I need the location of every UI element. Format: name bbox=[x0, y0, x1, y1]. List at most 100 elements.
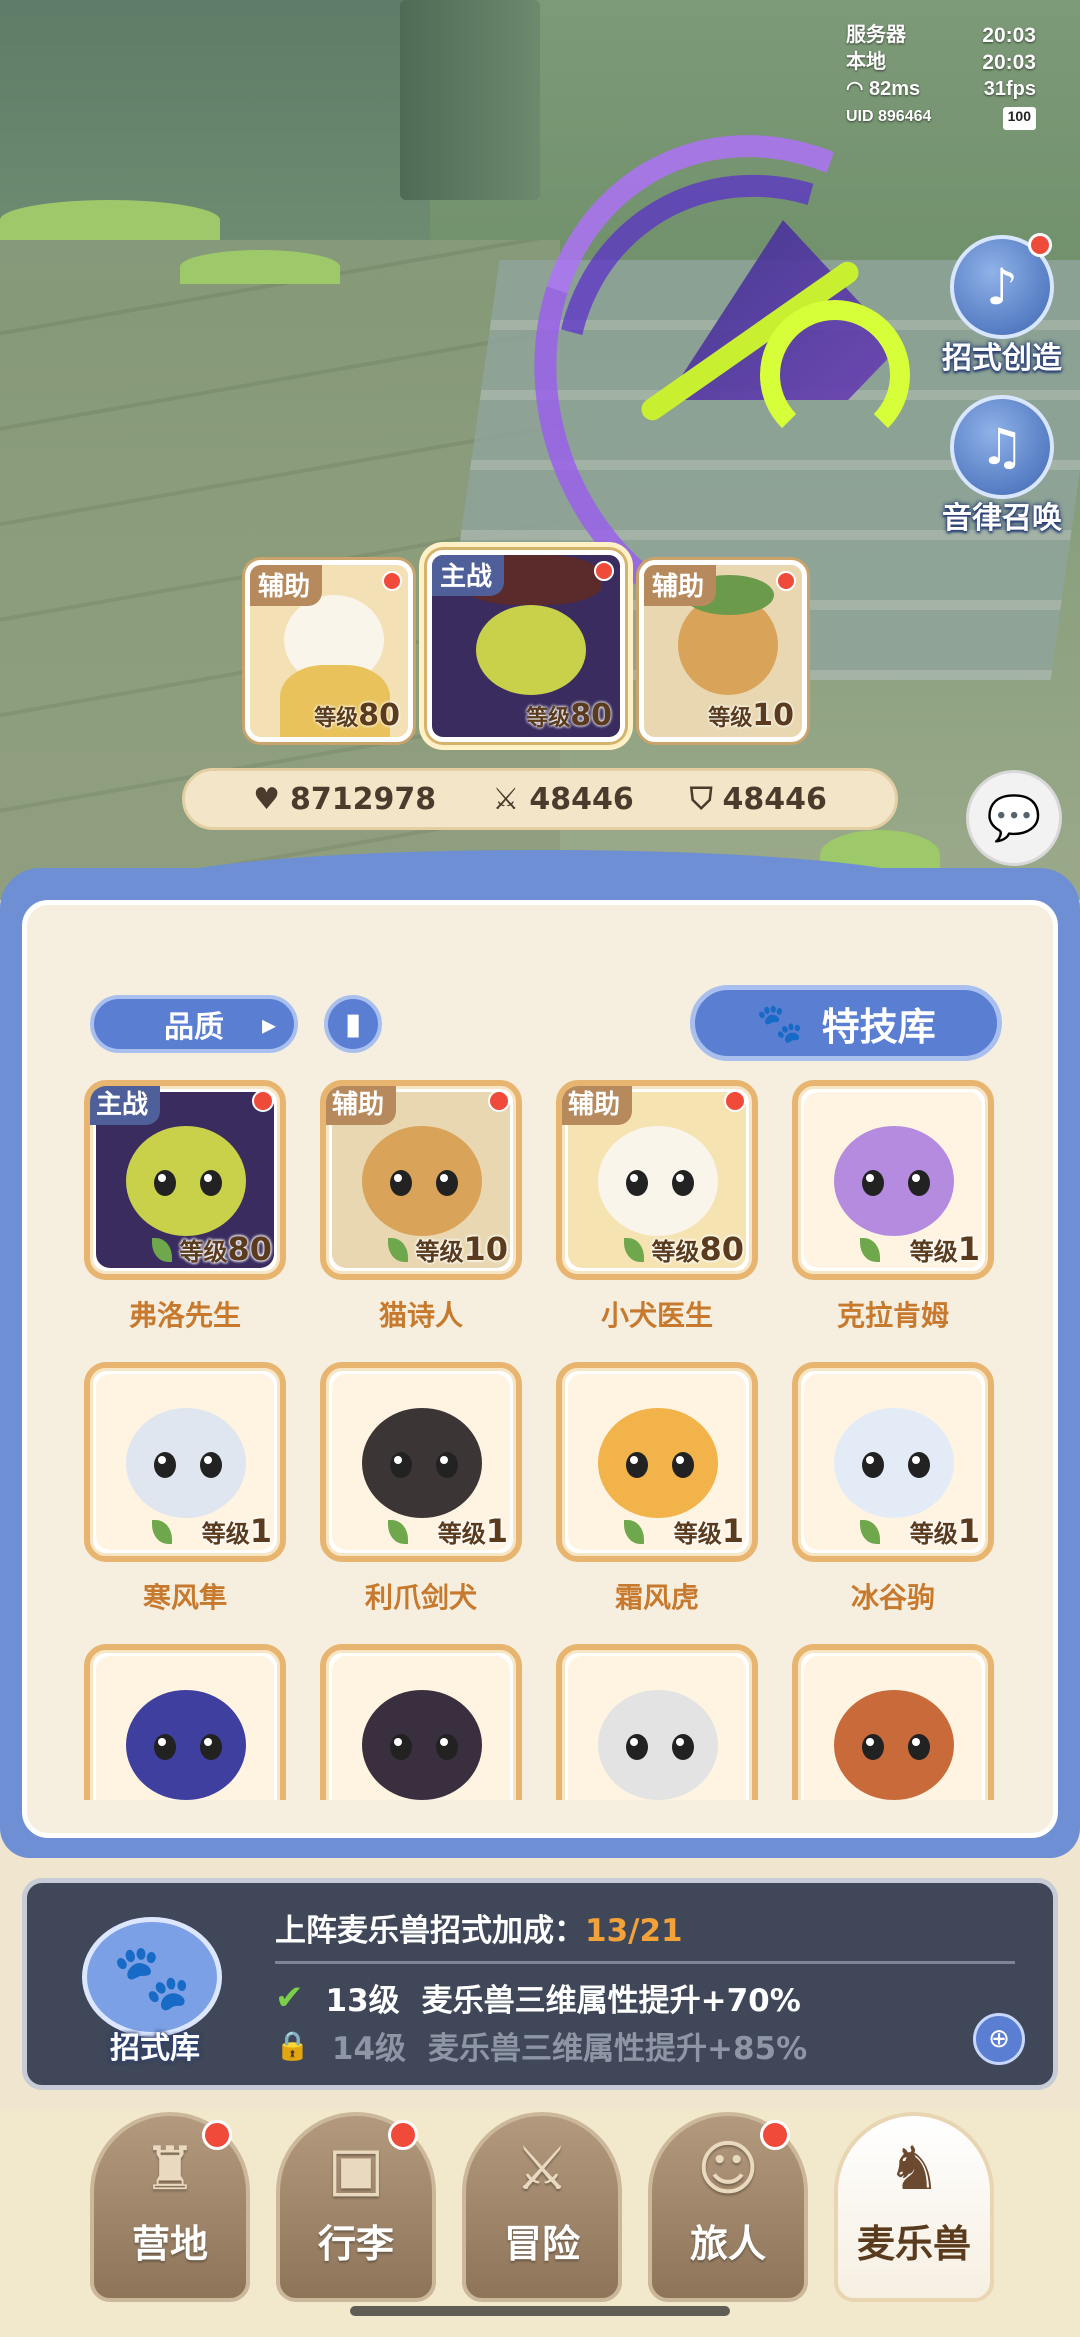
active-team: 辅助 等级80 主战 等级80 辅助 等级10 bbox=[245, 550, 807, 742]
music-summon-label: 音律召唤 bbox=[942, 501, 1062, 536]
attack-value: 48446 bbox=[529, 781, 634, 817]
team-slot-3[interactable]: 辅助 等级10 bbox=[639, 560, 807, 742]
divider bbox=[275, 1961, 1015, 1964]
pet-card[interactable] bbox=[792, 1644, 994, 1800]
pet-frame: 辅助 等级10 bbox=[320, 1080, 522, 1280]
role-tag: 辅助 bbox=[250, 565, 323, 606]
skill-library-shortcut-label: 招式库 bbox=[110, 2031, 200, 2066]
nav-cat[interactable]: ♞ 麦乐兽 bbox=[834, 2112, 994, 2302]
role-tag: 辅助 bbox=[326, 1086, 397, 1125]
skill-library-button[interactable]: 🐾 特技库 bbox=[690, 985, 1002, 1061]
zoom-details-button[interactable]: ⊕ bbox=[973, 2013, 1025, 2065]
home-indicator bbox=[350, 2306, 730, 2316]
defense-value: 48446 bbox=[722, 781, 827, 817]
nav-label: 营地 bbox=[131, 2222, 208, 2266]
tier-level: 14级 bbox=[331, 2031, 407, 2067]
pet-name: 冰谷驹 bbox=[850, 1581, 935, 1614]
quality-sort-button[interactable]: 品质 ▸ bbox=[90, 995, 298, 1053]
nav-crossed-swords[interactable]: ⚔ 冒险 bbox=[462, 2112, 622, 2302]
level-badge: 等级10 bbox=[708, 698, 794, 733]
paw-icon: 🐾 bbox=[756, 1000, 804, 1045]
pet-card[interactable] bbox=[84, 1644, 286, 1800]
notification-dot bbox=[202, 2120, 232, 2150]
notification-dot bbox=[760, 2120, 790, 2150]
chat-button[interactable]: 💬 bbox=[966, 770, 1062, 866]
level-badge: 等级1 bbox=[909, 1512, 980, 1550]
pet-name: 猫诗人 bbox=[378, 1299, 463, 1332]
notification-dot bbox=[776, 571, 796, 591]
skill-create-button[interactable]: ♪ 招式创造 bbox=[942, 233, 1062, 377]
pet-frame: 等级1 bbox=[556, 1362, 758, 1562]
cat-icon: ♞ bbox=[887, 2134, 941, 2204]
pet-frame: 等级1 bbox=[84, 1362, 286, 1562]
skill-library-label: 特技库 bbox=[821, 1004, 936, 1049]
skill-create-label: 招式创造 bbox=[942, 341, 1062, 376]
notification-dot bbox=[382, 571, 402, 591]
pet-frame bbox=[84, 1644, 286, 1800]
nav-traveler[interactable]: ☺ 旅人 bbox=[648, 2112, 808, 2302]
ping-value: 82ms bbox=[869, 78, 921, 100]
music-summon-button[interactable]: ♫ 音律召唤 bbox=[942, 395, 1062, 537]
pet-grid-viewport[interactable]: 主战 等级80 弗洛先生 辅助 等级10 猫诗人 辅助 等级80 小犬医生 等级1 克拉肯姆等级1 寒… bbox=[0, 1080, 1080, 1800]
check-icon: ✔ bbox=[275, 1977, 304, 2018]
level-badge: 等级80 bbox=[314, 698, 400, 733]
shield-icon: ⛉ bbox=[689, 781, 713, 817]
pet-name: 霜风虎 bbox=[614, 1581, 699, 1614]
team-slot-2[interactable]: 主战 等级80 bbox=[427, 550, 625, 742]
pet-card[interactable]: 辅助 等级80 小犬医生 bbox=[556, 1080, 758, 1362]
pet-portrait bbox=[96, 1656, 274, 1800]
caret-right-icon: ▸ bbox=[261, 1007, 276, 1041]
level-badge: 等级1 bbox=[437, 1512, 508, 1550]
pet-card[interactable]: 等级1 利爪剑犬 bbox=[320, 1362, 522, 1644]
wifi-icon: ◠ bbox=[846, 78, 870, 100]
paw-icon: 🐾 bbox=[112, 1940, 192, 2015]
tier-level: 13级 bbox=[325, 1983, 400, 2019]
bottom-navigation: ♜ 营地 ▣ 行李 ⚔ 冒险 ☺ 旅人 ♞ 麦乐兽 bbox=[90, 2112, 994, 2302]
magnifier-icon: ⊕ bbox=[988, 2024, 1010, 2054]
skill-library-shortcut[interactable]: 🐾 bbox=[82, 1917, 222, 2037]
nav-label: 行李 bbox=[317, 2222, 394, 2266]
pet-card[interactable] bbox=[320, 1644, 522, 1800]
pet-card[interactable] bbox=[556, 1644, 758, 1800]
pet-card[interactable]: 主战 等级80 弗洛先生 bbox=[84, 1080, 286, 1362]
notification-dot bbox=[252, 1090, 274, 1112]
notification-dot bbox=[388, 2120, 418, 2150]
uid: UID 896464 bbox=[846, 108, 932, 125]
pet-portrait bbox=[568, 1656, 746, 1800]
pet-card[interactable]: 辅助 等级10 猫诗人 bbox=[320, 1080, 522, 1362]
server-label: 服务器 bbox=[846, 24, 906, 46]
pet-card[interactable]: 等级1 霜风虎 bbox=[556, 1362, 758, 1644]
role-tag: 主战 bbox=[432, 555, 505, 596]
pet-card[interactable]: 等级1 克拉肯姆 bbox=[792, 1080, 994, 1362]
fps-value: 31fps bbox=[983, 78, 1036, 100]
magic-staff-head bbox=[760, 300, 910, 450]
lock-icon: 🔒 bbox=[275, 2029, 310, 2062]
chat-bubble-icon: 💬 bbox=[986, 793, 1042, 844]
level-badge: 等级1 bbox=[201, 1512, 272, 1550]
pet-name: 弗洛先生 bbox=[128, 1299, 241, 1332]
pet-name: 利爪剑犬 bbox=[364, 1581, 477, 1614]
crossed-swords-icon: ⚔ bbox=[515, 2134, 569, 2204]
team-slot-1[interactable]: 辅助 等级80 bbox=[245, 560, 413, 742]
pet-frame: 主战 等级80 bbox=[84, 1080, 286, 1280]
pet-card[interactable]: 等级1 冰谷驹 bbox=[792, 1362, 994, 1644]
team-stats-bar: ♥ 8712978 ⚔ 48446 ⛉ 48446 bbox=[182, 768, 898, 830]
level-badge: 等级80 bbox=[651, 1230, 744, 1268]
level-badge: 等级1 bbox=[673, 1512, 744, 1550]
server-time: 20:03 bbox=[982, 24, 1036, 47]
nav-castle[interactable]: ♜ 营地 bbox=[90, 2112, 250, 2302]
pet-frame: 等级1 bbox=[792, 1362, 994, 1562]
pet-frame bbox=[792, 1644, 994, 1800]
pet-frame bbox=[556, 1644, 758, 1800]
filter-book-button[interactable]: ▮ bbox=[324, 995, 382, 1053]
skill-bonus-panel: 🐾 招式库 上阵麦乐兽招式加成：13/21 ✔ 13级 麦乐兽三维属性提升+70… bbox=[22, 1878, 1058, 2090]
pet-frame: 辅助 等级80 bbox=[556, 1080, 758, 1280]
pet-frame: 等级1 bbox=[320, 1362, 522, 1562]
nav-backpack[interactable]: ▣ 行李 bbox=[276, 2112, 436, 2302]
local-label: 本地 bbox=[846, 51, 886, 73]
bonus-title: 上阵麦乐兽招式加成：13/21 bbox=[275, 1913, 683, 1949]
pet-name: 寒风隼 bbox=[142, 1581, 227, 1614]
pet-card[interactable]: 等级1 寒风隼 bbox=[84, 1362, 286, 1644]
pet-frame bbox=[320, 1644, 522, 1800]
battery-icon: 100 bbox=[1002, 107, 1036, 130]
